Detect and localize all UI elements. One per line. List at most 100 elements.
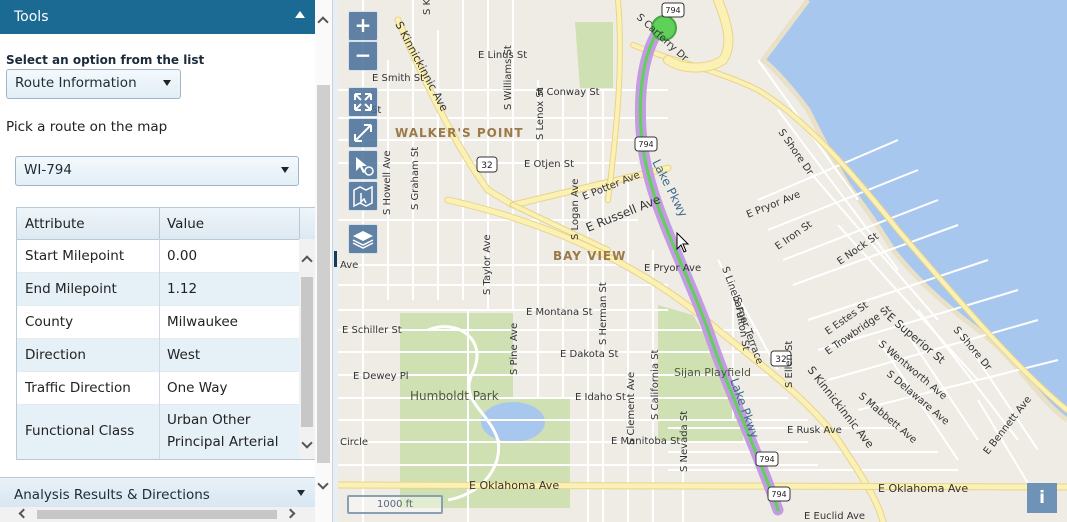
table-scrollbar[interactable]	[299, 239, 315, 459]
layers-icon	[352, 231, 374, 249]
label-circle: Circle	[340, 437, 368, 448]
scroll-up-icon[interactable]	[301, 255, 313, 267]
label-kx: S Kx	[422, 0, 433, 15]
label-euclid: E Euclid Ave	[804, 511, 865, 522]
label-rusk: E Rusk Ave	[787, 425, 842, 436]
label-conway: E Conway St	[537, 87, 600, 98]
label-herman: S Herman St	[598, 282, 609, 345]
analysis-results-header[interactable]: Analysis Results & Directions	[0, 477, 315, 508]
horizontal-scroll-thumb[interactable]	[37, 510, 277, 519]
scroll-up-icon[interactable]	[317, 16, 329, 28]
pointer-select-icon	[356, 157, 374, 176]
table-row: County Milwaukee	[17, 306, 299, 339]
row-attribute: Traffic Direction	[25, 380, 131, 396]
table-row: Start Milepoint 0.00	[17, 239, 299, 273]
option-dropdown-value: Route Information	[15, 75, 137, 91]
tools-header[interactable]: Tools	[0, 0, 315, 34]
row-attribute: Direction	[25, 347, 86, 363]
shield-794-label: 794	[771, 490, 786, 499]
collapse-up-icon[interactable]	[295, 11, 305, 18]
map-view[interactable]: 32 32 794 794 794 794 S Kinnickinnic Ave…	[338, 0, 1067, 522]
row-value-line2: Principal Arterial	[167, 434, 279, 450]
table-row: Direction West	[17, 339, 299, 372]
label-kinnickinnic-n: S Kinnickinnic Ave	[392, 19, 450, 114]
chevron-down-icon	[281, 167, 289, 173]
label-humboldt-park: Humboldt Park	[410, 389, 499, 403]
analysis-results-title: Analysis Results & Directions	[14, 487, 210, 503]
row-attribute: County	[25, 314, 74, 330]
label-otjen: E Otjen St	[524, 159, 574, 170]
label-dewey: E Dewey Pl	[353, 371, 409, 382]
lake-michigan	[763, 0, 1067, 420]
label-russell: E Russell Ave	[584, 192, 663, 235]
expand-down-icon[interactable]	[297, 490, 305, 496]
header-value[interactable]: Value	[167, 216, 204, 232]
small-park	[575, 22, 613, 88]
scroll-down-icon[interactable]	[317, 478, 329, 490]
label-dakota: E Dakota St	[560, 349, 618, 360]
label-oklahoma-e: E Oklahoma Ave	[878, 482, 968, 495]
humboldt-pond	[481, 402, 545, 442]
row-value: West	[167, 347, 201, 363]
table-header: Attribute Value	[17, 208, 315, 240]
row-value: 0.00	[167, 248, 198, 264]
full-extent-button[interactable]	[348, 87, 378, 117]
splitter-grip[interactable]	[334, 251, 337, 267]
option-dropdown[interactable]: Route Information	[6, 69, 181, 99]
row-value: Milwaukee	[167, 314, 238, 330]
label-ave: Ave	[340, 260, 358, 271]
table-row: End Milepoint 1.12	[17, 273, 299, 306]
row-attribute: End Milepoint	[25, 281, 117, 297]
pick-route-text: Pick a route on the map	[6, 119, 168, 135]
tools-panel: Tools Select an option from the list Rou…	[0, 0, 316, 522]
mouse-cursor-icon	[676, 232, 690, 253]
tools-title: Tools	[14, 9, 49, 25]
panel-scroll-thumb[interactable]	[317, 85, 330, 463]
identify-tool-button[interactable]	[348, 150, 378, 180]
table-row: Traffic Direction One Way	[17, 372, 299, 405]
table-scroll-thumb[interactable]	[301, 277, 313, 427]
scroll-left-icon[interactable]	[18, 508, 29, 519]
expand-arrows-icon	[354, 93, 372, 111]
select-option-label: Select an option from the list	[6, 53, 205, 67]
label-taylor: S Taylor Ave	[482, 234, 493, 295]
zoom-to-extent-button[interactable]	[348, 118, 378, 148]
route-dropdown[interactable]: WI-794	[15, 156, 299, 186]
label-pryor: E Pryor Ave	[644, 263, 701, 274]
route-dropdown-value: WI-794	[24, 162, 72, 178]
diagonal-arrows-icon	[354, 124, 372, 142]
label-manitoba: E Manitoba St	[611, 436, 680, 447]
label-walkers-point: WALKER'S POINT	[395, 126, 524, 140]
map-canvas[interactable]: 32 32 794 794 794 794 S Kinnickinnic Ave…	[338, 0, 1067, 522]
shield-794-label: 794	[638, 140, 653, 149]
row-attribute: Functional Class	[25, 423, 135, 439]
row-attribute: Start Milepoint	[25, 248, 125, 264]
label-idaho: E Idaho St	[575, 392, 626, 403]
zoom-in-button[interactable]: +	[348, 11, 378, 41]
row-value: 1.12	[167, 281, 198, 297]
info-button[interactable]: i	[1027, 483, 1057, 513]
label-ellen: S Ellen St	[784, 341, 795, 388]
panel-vertical-scrollbar[interactable]	[315, 0, 332, 522]
zoom-out-button[interactable]: −	[348, 41, 378, 71]
shield-794-label: 794	[759, 455, 774, 464]
label-nevada: S Nevada St	[679, 411, 690, 472]
attribute-table: Attribute Value Start Milepoint 0.00 End…	[16, 207, 316, 460]
select-route-button[interactable]	[348, 181, 378, 211]
row-value: Urban Other	[167, 412, 251, 428]
panel-horizontal-scrollbar[interactable]	[0, 507, 315, 522]
label-lenox: S Lenox St	[535, 87, 546, 140]
table-row: Functional Class Urban Other Principal A…	[17, 405, 299, 459]
scale-bar: 1000 ft	[347, 495, 443, 514]
header-attribute[interactable]: Attribute	[25, 216, 85, 232]
row-value: One Way	[167, 380, 228, 396]
label-montana: E Montana St	[526, 307, 593, 318]
shield-32-label: 32	[481, 161, 492, 171]
label-howell: S Howell Ave	[382, 150, 393, 215]
layers-button[interactable]	[348, 224, 378, 254]
label-graham: S Graham St	[410, 147, 421, 210]
scroll-down-icon[interactable]	[301, 437, 313, 449]
label-california: S California St	[650, 349, 661, 420]
scroll-right-icon[interactable]	[285, 508, 296, 519]
label-clement: S Clement Ave	[626, 372, 637, 445]
